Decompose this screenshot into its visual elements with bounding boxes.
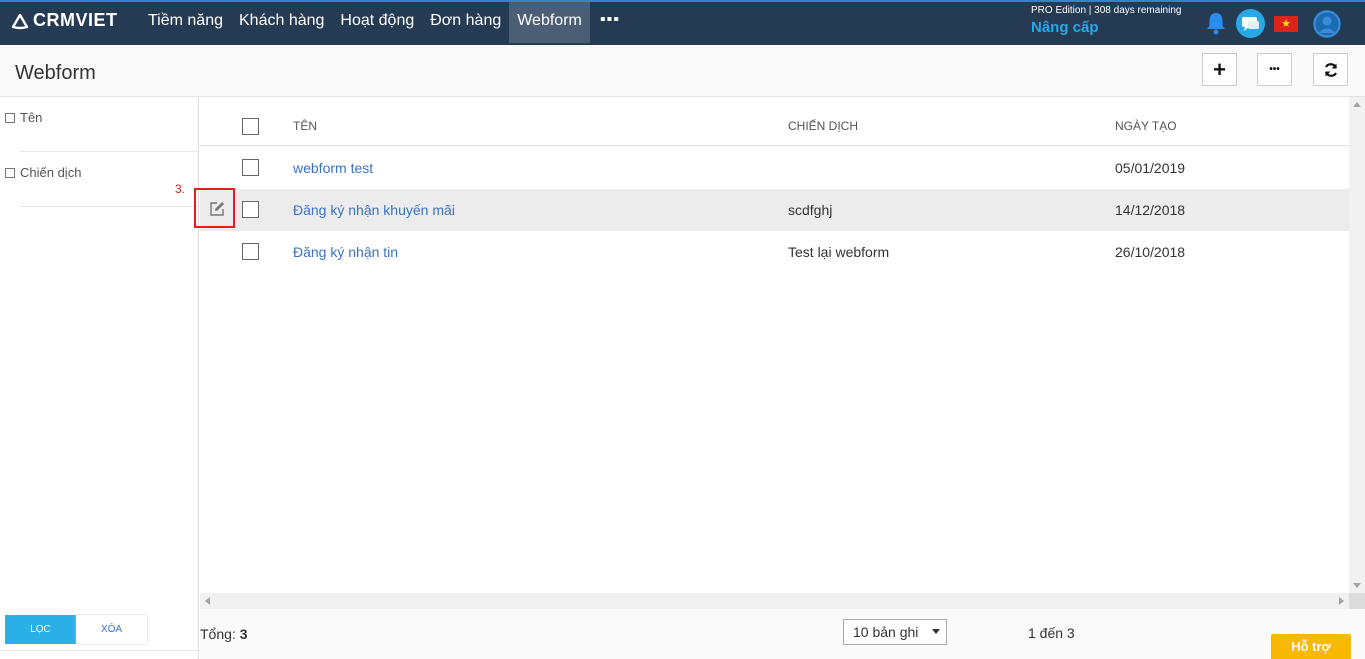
filter-item-chien-dich[interactable]: Chiến dịch bbox=[5, 165, 81, 180]
filter-clear-button[interactable]: XÓA bbox=[76, 615, 147, 644]
total-value: 3 bbox=[239, 626, 248, 642]
page-size-value: 10 bản ghi bbox=[853, 624, 919, 640]
page-header: Webform + ••• bbox=[0, 45, 1365, 97]
nav-item-webform[interactable]: Webform bbox=[509, 2, 590, 43]
page-size-select[interactable]: 10 bản ghi bbox=[843, 619, 947, 645]
table-row[interactable]: Đăng ký nhận tin Test lại webform 26/10/… bbox=[200, 231, 1349, 273]
nav-more-button[interactable]: ▪▪▪ bbox=[590, 2, 630, 45]
table-footer: Tổng: 3 10 bản ghi 1 đến 3 Hỗ trợ bbox=[200, 609, 1365, 659]
vietnam-flag-icon[interactable]: ★ bbox=[1274, 16, 1298, 32]
campaign-cell: Test lại webform bbox=[788, 244, 890, 260]
table-row[interactable]: Đăng ký nhận khuyến mãi scdfghj 14/12/20… bbox=[200, 189, 1349, 231]
pagination-range: 1 đến 3 bbox=[1028, 625, 1075, 641]
filter-label: Tên bbox=[20, 110, 43, 125]
logo[interactable]: CRMVIET bbox=[11, 10, 118, 31]
scrollbar-corner bbox=[1349, 593, 1365, 609]
filter-item-ten[interactable]: Tên bbox=[5, 110, 42, 125]
column-header-name[interactable]: TÊN bbox=[293, 119, 317, 133]
scroll-up-arrow-icon[interactable] bbox=[1353, 102, 1361, 107]
scroll-down-arrow-icon[interactable] bbox=[1353, 583, 1361, 588]
filter-panel: Tên Chiến dịch LỌC XÓA bbox=[0, 97, 199, 659]
logo-icon bbox=[11, 13, 29, 29]
filter-checkbox[interactable] bbox=[5, 167, 15, 178]
filter-divider bbox=[0, 650, 199, 651]
edit-icon-highlight-box bbox=[194, 188, 235, 228]
webform-name-link[interactable]: webform test bbox=[293, 160, 373, 176]
row-checkbox[interactable] bbox=[242, 201, 259, 218]
add-button[interactable]: + bbox=[1202, 53, 1237, 86]
webform-name-link[interactable]: Đăng ký nhận khuyến mãi bbox=[293, 202, 455, 218]
select-all-checkbox[interactable] bbox=[242, 118, 259, 135]
step-annotation-label: 3. bbox=[175, 182, 186, 196]
support-button[interactable]: Hỗ trợ bbox=[1271, 634, 1351, 659]
refresh-button[interactable] bbox=[1313, 53, 1348, 86]
campaign-cell: scdfghj bbox=[788, 202, 833, 218]
table-row[interactable]: webform test 05/01/2019 bbox=[200, 147, 1349, 189]
created-date-cell: 26/10/2018 bbox=[1115, 244, 1186, 260]
total-count: Tổng: 3 bbox=[200, 626, 248, 642]
row-checkbox[interactable] bbox=[242, 159, 259, 176]
page-title: Webform bbox=[15, 62, 96, 84]
nav-item-tiem-nang[interactable]: Tiềm năng bbox=[140, 2, 231, 43]
total-label: Tổng: bbox=[200, 626, 236, 642]
refresh-icon bbox=[1324, 62, 1337, 77]
plus-icon: + bbox=[1213, 56, 1226, 82]
column-header-created[interactable]: NGÀY TẠO bbox=[1115, 119, 1177, 133]
chat-icon[interactable] bbox=[1236, 9, 1265, 38]
nav-item-don-hang[interactable]: Đơn hàng bbox=[422, 2, 509, 43]
webform-table: TÊN CHIẾN DỊCH NGÀY TẠO webform test 05/… bbox=[200, 97, 1365, 609]
caret-down-icon bbox=[932, 629, 940, 634]
created-date-cell: 05/01/2019 bbox=[1115, 160, 1186, 176]
column-header-campaign[interactable]: CHIẾN DỊCH bbox=[788, 119, 858, 133]
scroll-left-arrow-icon[interactable] bbox=[205, 597, 210, 605]
table-header: TÊN CHIẾN DỊCH NGÀY TẠO bbox=[200, 97, 1349, 146]
notification-bell-icon[interactable] bbox=[1205, 11, 1227, 40]
brand-name: CRMVIET bbox=[33, 10, 118, 30]
top-navbar: CRMVIET Tiềm năng Khách hàng Hoạt động Đ… bbox=[0, 0, 1365, 45]
user-avatar[interactable] bbox=[1313, 10, 1341, 38]
webform-name-link[interactable]: Đăng ký nhận tin bbox=[293, 244, 398, 260]
vertical-scrollbar[interactable] bbox=[1349, 97, 1365, 593]
scroll-right-arrow-icon[interactable] bbox=[1339, 597, 1344, 605]
filter-apply-button[interactable]: LỌC bbox=[5, 615, 76, 644]
filter-divider bbox=[20, 206, 198, 207]
main-nav: Tiềm năng Khách hàng Hoạt động Đơn hàng … bbox=[140, 2, 630, 45]
filter-label: Chiến dịch bbox=[20, 165, 82, 180]
upgrade-link[interactable]: Nâng cấp bbox=[1031, 19, 1099, 36]
horizontal-scrollbar[interactable] bbox=[200, 593, 1349, 609]
more-actions-button[interactable]: ••• bbox=[1257, 53, 1292, 86]
filter-checkbox[interactable] bbox=[5, 112, 15, 123]
row-checkbox[interactable] bbox=[242, 243, 259, 260]
filter-divider bbox=[20, 151, 198, 152]
created-date-cell: 14/12/2018 bbox=[1115, 202, 1186, 218]
ellipsis-icon: ••• bbox=[1269, 64, 1280, 75]
edition-text: PRO Edition | 308 days remaining bbox=[1031, 5, 1182, 16]
nav-item-hoat-dong[interactable]: Hoạt động bbox=[332, 2, 422, 43]
nav-item-khach-hang[interactable]: Khách hàng bbox=[231, 2, 332, 43]
